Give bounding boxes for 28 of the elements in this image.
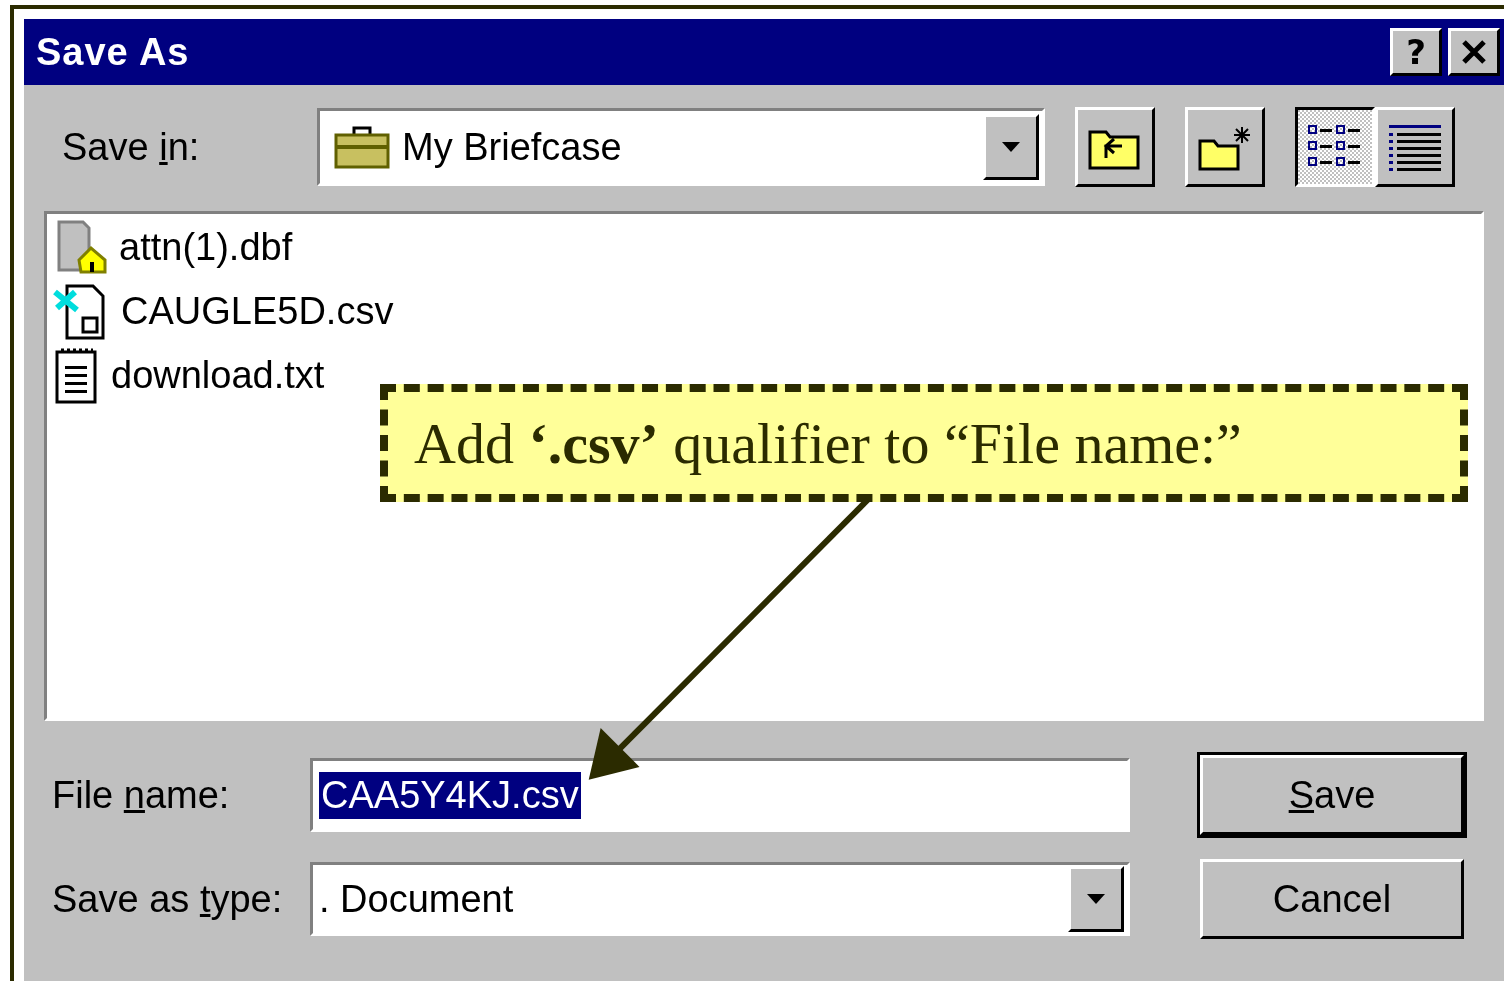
- save-as-type-dropdown[interactable]: . Document: [310, 862, 1130, 936]
- caret-icon: [1000, 141, 1022, 153]
- file-item[interactable]: CAUGLE5D.csv: [121, 289, 394, 333]
- dropdown-button[interactable]: [1068, 866, 1124, 932]
- save-in-label: Save in:: [62, 125, 201, 169]
- window-title: Save As: [36, 30, 191, 74]
- close-icon: [1461, 39, 1487, 65]
- briefcase-icon: [334, 125, 390, 169]
- close-button[interactable]: [1448, 28, 1500, 76]
- toolbar-button[interactable]: [1075, 107, 1155, 187]
- file-item[interactable]: download.txt: [111, 353, 325, 397]
- file-name-value: CAA5Y4KJ.csv: [319, 771, 581, 819]
- save-as-type-label: Save as type:: [52, 877, 284, 921]
- save-button[interactable]: Save: [1200, 755, 1464, 835]
- text-file-icon: [53, 346, 99, 404]
- caret-icon: [1085, 893, 1107, 905]
- save-in-value: My Briefcase: [402, 125, 623, 169]
- callout-note: Add ‘.csv’ qualifier to “File name:”: [380, 384, 1468, 502]
- dropdown-button[interactable]: [983, 114, 1039, 180]
- save-in-dropdown[interactable]: My Briefcase: [317, 108, 1045, 186]
- help-button[interactable]: ?: [1390, 28, 1442, 76]
- details-view-icon: [1387, 122, 1443, 172]
- cancel-button[interactable]: Cancel: [1200, 859, 1464, 939]
- view-button[interactable]: [1295, 107, 1375, 187]
- file-name-field[interactable]: CAA5Y4KJ.csv: [310, 758, 1130, 832]
- file-name-label: File name:: [52, 773, 231, 817]
- file-item[interactable]: attn(1).dbf: [119, 225, 293, 269]
- toolbar-button[interactable]: [1185, 107, 1265, 187]
